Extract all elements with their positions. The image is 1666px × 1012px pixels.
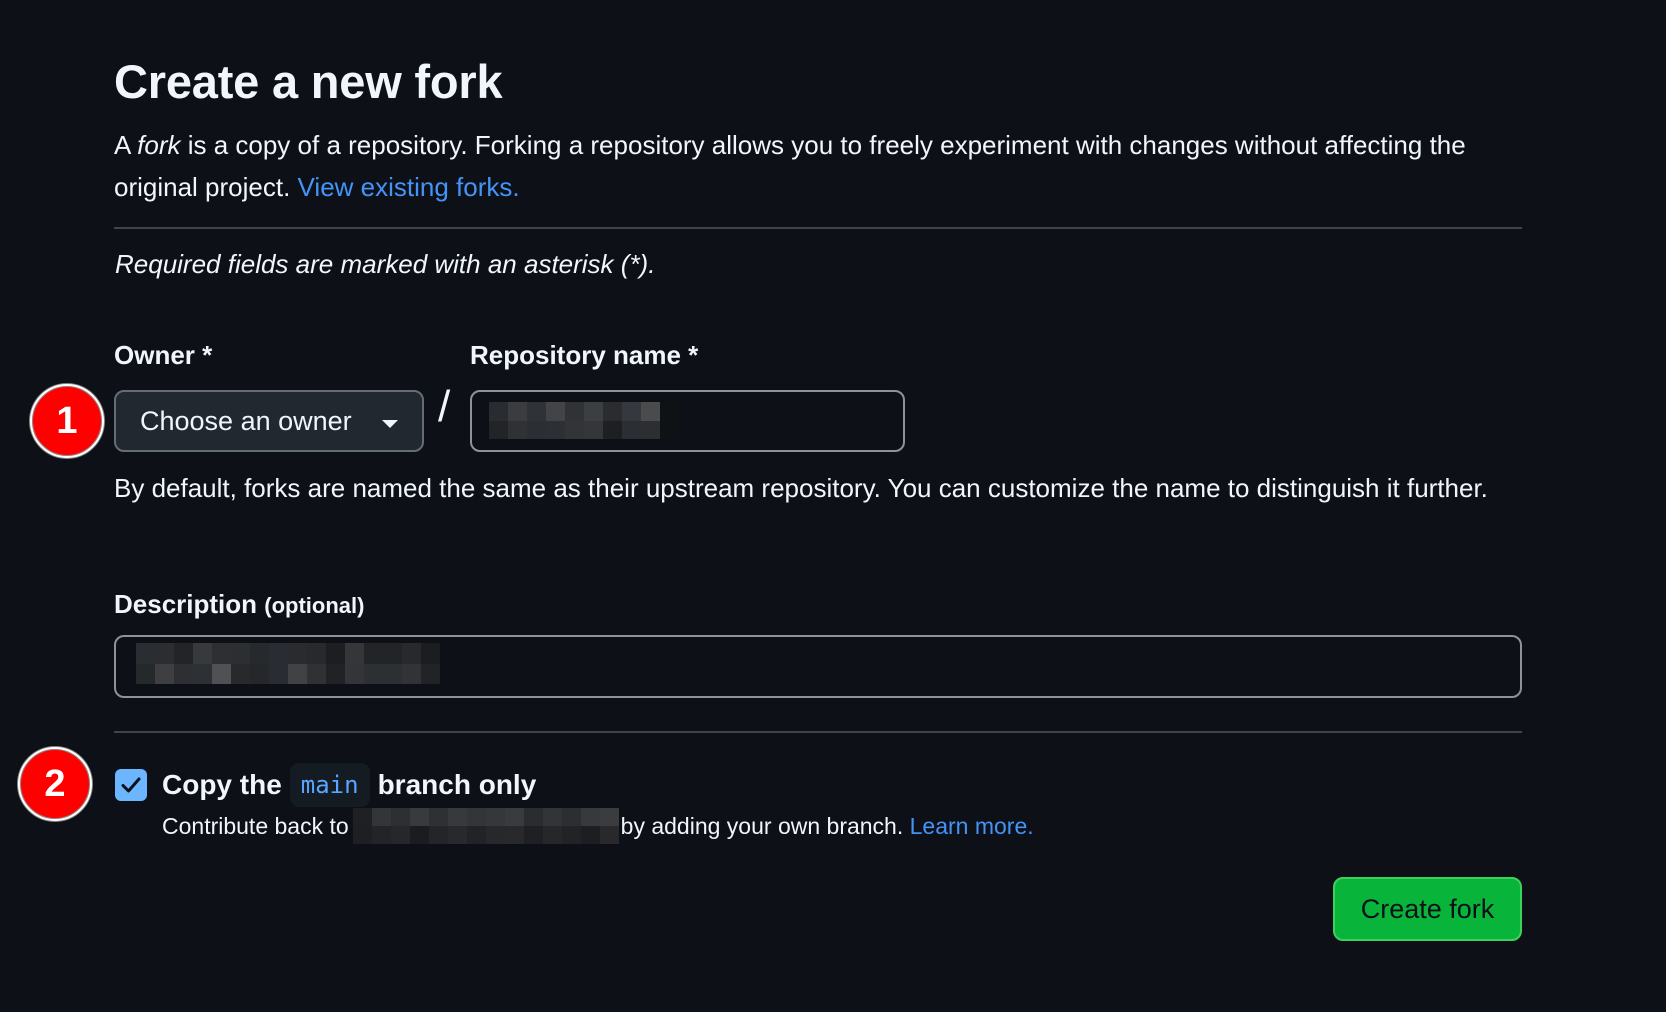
intro-fork-term: fork	[137, 130, 181, 160]
required-fields-note: Required fields are marked with an aster…	[115, 249, 656, 279]
description-label-text: Description	[114, 589, 258, 619]
redacted-description	[136, 643, 440, 684]
owner-label: Owner *	[114, 340, 213, 370]
intro-prefix: A	[114, 130, 138, 160]
create-fork-button[interactable]: Create fork	[1333, 877, 1522, 941]
divider-top	[114, 227, 1522, 229]
redacted-repository-name	[489, 402, 679, 439]
branch-name-code: main	[289, 763, 370, 807]
repository-name-label: Repository name *	[470, 340, 699, 370]
repository-name-field-wrapper	[470, 390, 905, 452]
copy-branch-label-suffix: branch only	[377, 769, 537, 800]
owner-select-value: Choose an owner	[140, 405, 352, 436]
annotation-marker-2: 2	[18, 747, 92, 821]
description-label: Description (optional)	[114, 589, 364, 620]
page-title: Create a new fork	[114, 55, 503, 108]
learn-more-link[interactable]: Learn more.	[910, 813, 1034, 840]
caret-down-icon	[382, 420, 398, 428]
copy-branch-label[interactable]: Copy the main branch only	[162, 763, 536, 807]
copy-branch-desc-prefix: Contribute back to	[162, 812, 349, 839]
copy-main-branch-checkbox[interactable]	[115, 769, 147, 801]
copy-branch-description: Contribute back to by adding your own br…	[162, 808, 1034, 844]
owner-repo-separator: /	[438, 382, 451, 431]
repository-name-help: By default, forks are named the same as …	[114, 473, 1488, 503]
annotation-marker-1: 1	[30, 384, 104, 458]
copy-branch-label-prefix: Copy the	[162, 769, 282, 800]
view-existing-forks-link[interactable]: View existing forks.	[298, 172, 520, 202]
description-field-wrapper	[114, 635, 1522, 698]
divider-bottom	[114, 731, 1522, 733]
owner-select[interactable]: Choose an owner	[114, 390, 424, 452]
redacted-upstream-repository	[352, 808, 619, 844]
intro-paragraph: A fork is a copy of a repository. Forkin…	[114, 124, 1534, 208]
description-optional-hint: (optional)	[264, 593, 365, 618]
checkmark-icon	[121, 777, 141, 793]
copy-branch-desc-suffix: by adding your own branch.	[620, 812, 904, 839]
